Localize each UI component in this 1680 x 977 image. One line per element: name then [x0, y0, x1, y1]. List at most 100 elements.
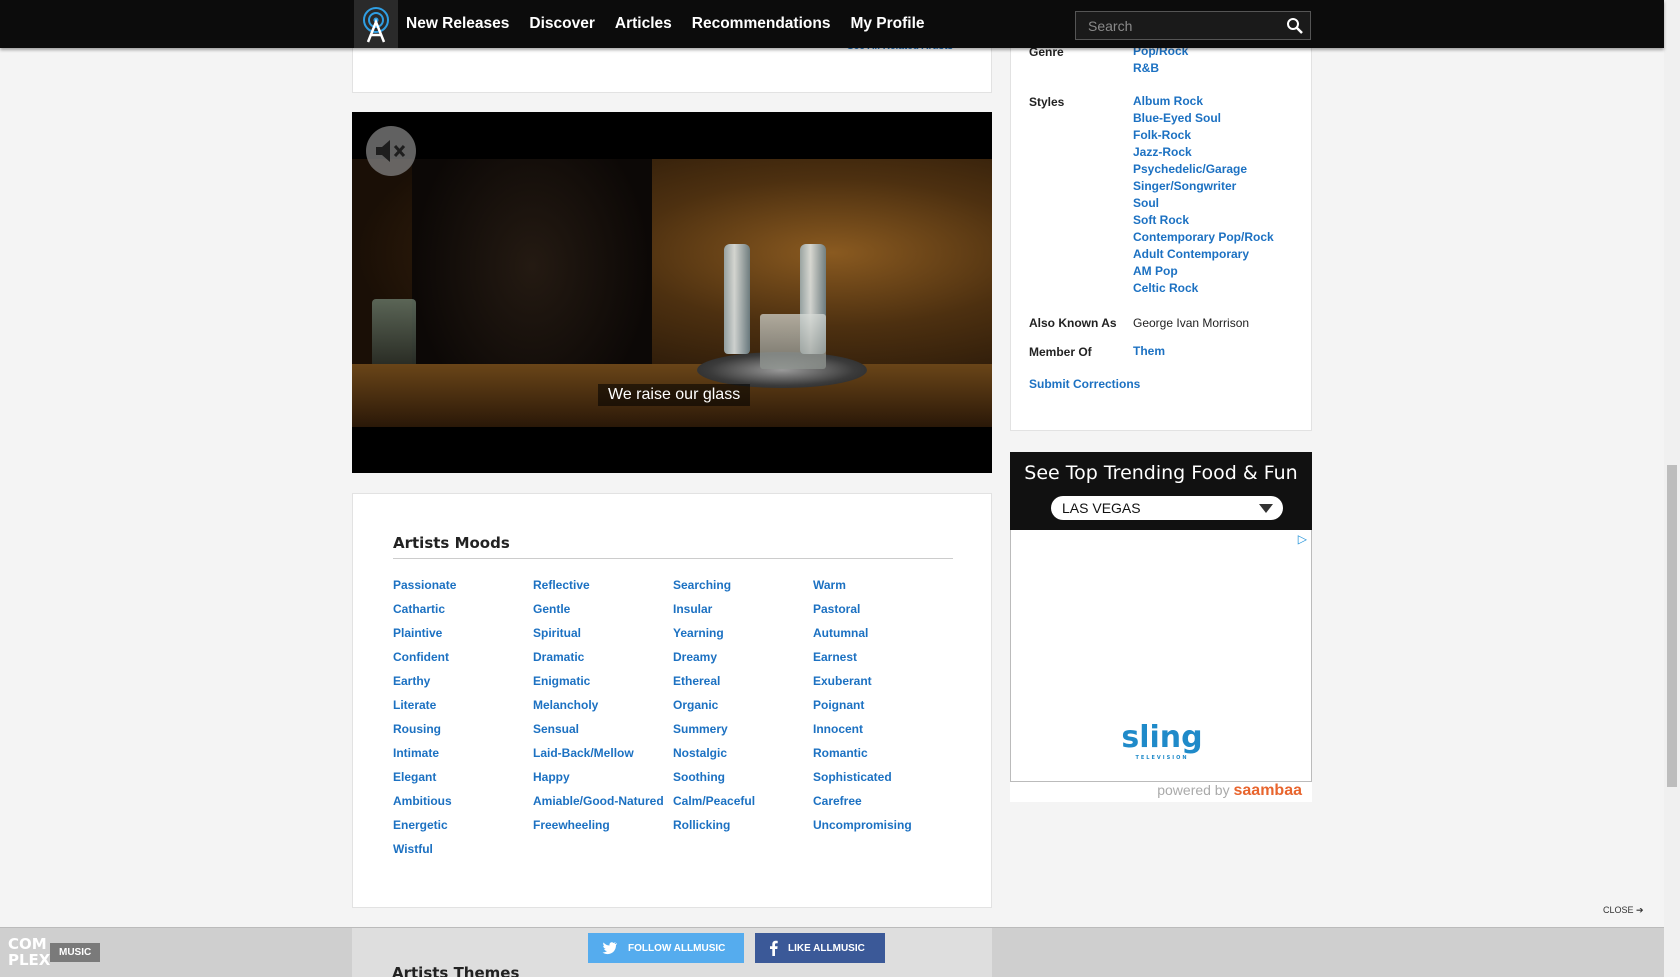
page-scrollbar[interactable]: [1664, 0, 1680, 977]
mood-link[interactable]: Melancholy: [533, 698, 673, 722]
facebook-icon: [770, 940, 778, 956]
mood-link[interactable]: Happy: [533, 770, 673, 794]
complex-logo[interactable]: COM PLEX: [8, 936, 50, 972]
mood-link[interactable]: Ambitious: [393, 794, 533, 818]
twitter-label: FOLLOW ALLMUSIC: [628, 942, 726, 954]
mood-link[interactable]: Energetic: [393, 818, 533, 842]
search-box: [1075, 11, 1311, 40]
mood-link[interactable]: Organic: [673, 698, 813, 722]
video-caption: We raise our glass: [598, 384, 751, 406]
mood-link[interactable]: Wistful: [393, 842, 533, 866]
follow-twitter-button[interactable]: FOLLOW ALLMUSIC: [588, 933, 744, 963]
mood-link[interactable]: Soothing: [673, 770, 813, 794]
mood-link[interactable]: Searching: [673, 578, 813, 602]
mood-link[interactable]: Warm: [813, 578, 953, 602]
style-link[interactable]: Soul: [1133, 195, 1274, 212]
mood-link[interactable]: Pastoral: [813, 602, 953, 626]
mood-link[interactable]: Rollicking: [673, 818, 813, 842]
mood-link[interactable]: Poignant: [813, 698, 953, 722]
mood-link[interactable]: Exuberant: [813, 674, 953, 698]
mood-link[interactable]: Carefree: [813, 794, 953, 818]
sling-logo: sling TELEVISION: [1121, 720, 1203, 761]
mood-link[interactable]: Elegant: [393, 770, 533, 794]
style-link[interactable]: Blue-Eyed Soul: [1133, 110, 1274, 127]
style-link[interactable]: AM Pop: [1133, 263, 1274, 280]
search-input[interactable]: [1076, 12, 1282, 39]
divider: [393, 558, 953, 559]
submit-corrections-link[interactable]: Submit Corrections: [1029, 377, 1140, 391]
artist-moods-panel: Artists Moods Passionate Reflective Search…: [352, 493, 992, 908]
style-link[interactable]: Psychedelic/Garage: [1133, 161, 1274, 178]
style-link[interactable]: Adult Contemporary: [1133, 246, 1274, 263]
mood-link[interactable]: Earthy: [393, 674, 533, 698]
mood-link[interactable]: Yearning: [673, 626, 813, 650]
mood-link[interactable]: Uncompromising: [813, 818, 953, 842]
mood-link[interactable]: Gentle: [533, 602, 673, 626]
mood-link[interactable]: Literate: [393, 698, 533, 722]
mood-link[interactable]: Confident: [393, 650, 533, 674]
mood-link[interactable]: Dramatic: [533, 650, 673, 674]
city-select[interactable]: LAS VEGAS: [1051, 496, 1283, 520]
mood-link[interactable]: Earnest: [813, 650, 953, 674]
style-link[interactable]: Celtic Rock: [1133, 280, 1274, 297]
mood-link[interactable]: Spiritual: [533, 626, 673, 650]
muted-speaker-icon: [376, 140, 406, 162]
powered-by: powered by saambaa: [1010, 782, 1312, 802]
member-of-link[interactable]: Them: [1133, 344, 1165, 358]
mood-link[interactable]: Amiable/Good-Natured: [533, 794, 673, 818]
style-link[interactable]: Album Rock: [1133, 93, 1274, 110]
style-link[interactable]: Contemporary Pop/Rock: [1133, 229, 1274, 246]
member-of-label: Member Of: [1029, 345, 1092, 359]
style-link[interactable]: Soft Rock: [1133, 212, 1274, 229]
mood-link[interactable]: Plaintive: [393, 626, 533, 650]
mood-link[interactable]: Rousing: [393, 722, 533, 746]
mood-link[interactable]: Autumnal: [813, 626, 953, 650]
artist-details-sidebar: Genre Pop/Rock R&B Styles Album Rock Blue…: [1010, 30, 1312, 431]
mood-link[interactable]: Calm/Peaceful: [673, 794, 813, 818]
aka-label: Also Known As: [1029, 316, 1117, 330]
mute-button[interactable]: [366, 126, 416, 176]
nav-discover[interactable]: Discover: [529, 15, 594, 33]
nav-recommendations[interactable]: Recommendations: [692, 15, 831, 33]
like-facebook-button[interactable]: LIKE ALLMUSIC: [755, 933, 885, 963]
mood-link[interactable]: Reflective: [533, 578, 673, 602]
mood-link[interactable]: Romantic: [813, 746, 953, 770]
mood-link[interactable]: Innocent: [813, 722, 953, 746]
close-circle-icon: ➔: [1636, 905, 1644, 915]
mood-link[interactable]: Laid-Back/Mellow: [533, 746, 673, 770]
mood-link[interactable]: Cathartic: [393, 602, 533, 626]
close-bar-button[interactable]: CLOSE ➔: [1603, 905, 1644, 916]
artist-themes-heading: Artists Themes: [392, 964, 520, 977]
music-tag[interactable]: MUSIC: [50, 943, 101, 962]
mood-link[interactable]: Passionate: [393, 578, 533, 602]
mood-link[interactable]: Intimate: [393, 746, 533, 770]
mood-link[interactable]: Ethereal: [673, 674, 813, 698]
mood-link[interactable]: Dreamy: [673, 650, 813, 674]
scrollbar-thumb[interactable]: [1667, 465, 1677, 787]
nav-articles[interactable]: Articles: [615, 15, 672, 33]
style-link[interactable]: Jazz-Rock: [1133, 144, 1274, 161]
mood-link[interactable]: Sensual: [533, 722, 673, 746]
genre-link[interactable]: R&B: [1133, 60, 1188, 77]
top-nav: New Releases Discover Articles Recommend…: [0, 0, 1664, 48]
allmusic-logo[interactable]: [354, 0, 398, 48]
main-nav: New Releases Discover Articles Recommend…: [406, 0, 945, 48]
adchoices-icon[interactable]: ▷: [1298, 532, 1307, 546]
video-player[interactable]: We raise our glass: [352, 112, 992, 473]
moods-grid: Passionate Reflective Searching Warm Cathart…: [393, 578, 953, 866]
nav-new-releases[interactable]: New Releases: [406, 15, 509, 33]
style-link[interactable]: Singer/Songwriter: [1133, 178, 1274, 195]
mood-link[interactable]: Enigmatic: [533, 674, 673, 698]
mood-link[interactable]: Insular: [673, 602, 813, 626]
styles-list: Album Rock Blue-Eyed Soul Folk-Rock Jazz-Ro…: [1133, 93, 1274, 297]
mood-link[interactable]: Freewheeling: [533, 818, 673, 842]
sponsored-ad: See Top Trending Food & Fun LAS VEGAS ▷ …: [1010, 452, 1312, 802]
mood-link[interactable]: Nostalgic: [673, 746, 813, 770]
twitter-icon: [602, 942, 617, 955]
nav-my-profile[interactable]: My Profile: [850, 15, 924, 33]
mood-link[interactable]: Summery: [673, 722, 813, 746]
ad-creative[interactable]: ▷ sling TELEVISION: [1010, 530, 1312, 782]
mood-link[interactable]: Sophisticated: [813, 770, 953, 794]
style-link[interactable]: Folk-Rock: [1133, 127, 1274, 144]
search-icon[interactable]: [1286, 17, 1304, 35]
